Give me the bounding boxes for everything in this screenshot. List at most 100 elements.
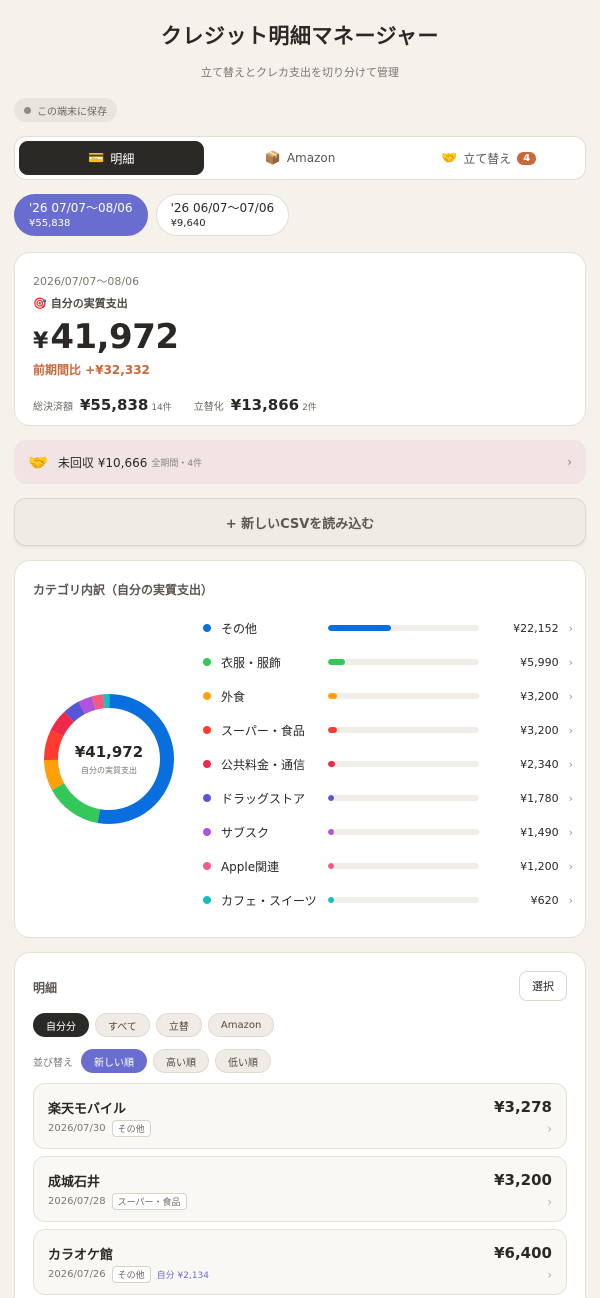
- period-selector: '26 07/07〜08/06 ¥55,838 '26 06/07〜07/06 …: [14, 194, 290, 236]
- period-chip-previous[interactable]: '26 06/07〜07/06 ¥9,640: [155, 194, 290, 236]
- category-row[interactable]: 公共料金・通信 ¥2,340 ›: [203, 747, 573, 781]
- sort-highest[interactable]: 高い順: [153, 1049, 209, 1073]
- sort-label: 並び替え: [33, 1057, 73, 1069]
- tab-label: Amazon: [286, 151, 336, 165]
- chevron-right-icon: ›: [568, 723, 573, 737]
- summary-card: 2026/07/07〜08/06 🎯 自分の実質支出 ¥ 41,972 前期間比…: [14, 252, 586, 426]
- tab-amazon[interactable]: 📦 Amazon: [208, 141, 393, 175]
- category-row[interactable]: その他 ¥22,152 ›: [203, 611, 573, 645]
- category-name: ドラッグストア: [220, 791, 305, 806]
- count-badge: 4: [517, 151, 537, 165]
- category-name: 衣服・服飾: [220, 655, 281, 670]
- chevron-right-icon: ›: [547, 1195, 552, 1209]
- category-color-dot: [203, 896, 211, 904]
- category-color-dot: [203, 862, 211, 870]
- category-bar-fill: [328, 693, 338, 699]
- category-amount: ¥1,490: [520, 825, 559, 839]
- transaction-date: 2026/07/28: [48, 1196, 106, 1207]
- category-bar-fill: [328, 795, 335, 801]
- chevron-right-icon: ›: [568, 893, 573, 907]
- sort-lowest[interactable]: 低い順: [215, 1049, 271, 1073]
- category-amount: ¥1,200: [520, 859, 559, 873]
- category-bar: [328, 795, 480, 801]
- transaction-filters: 自分分 すべて 立替 Amazon: [33, 1013, 275, 1037]
- chevron-right-icon: ›: [568, 825, 573, 839]
- category-amount: ¥620: [530, 893, 559, 907]
- donut-center-value: ¥41,972: [74, 743, 144, 761]
- period-amount: ¥9,640: [170, 218, 206, 229]
- transaction-meta: 2026/07/30 その他: [48, 1120, 151, 1137]
- transaction-amount: ¥3,200: [494, 1171, 552, 1189]
- sort-newest[interactable]: 新しい順: [81, 1049, 147, 1073]
- category-row[interactable]: サブスク ¥1,490 ›: [203, 815, 573, 849]
- main-tabs: 💳 明細 📦 Amazon 🤝 立て替え 4: [14, 136, 586, 180]
- category-row[interactable]: 衣服・服飾 ¥5,990 ›: [203, 645, 573, 679]
- chevron-right-icon: ›: [547, 1268, 552, 1282]
- category-row[interactable]: ドラッグストア ¥1,780 ›: [203, 781, 573, 815]
- category-amount: ¥3,200: [520, 689, 559, 703]
- summary-totals: 総決済額 ¥55,838 14件 立替化 ¥13,866 2件: [33, 396, 567, 414]
- category-name: 公共料金・通信: [220, 757, 305, 772]
- transaction-row[interactable]: 楽天モバイル ¥3,278 2026/07/30 その他 ›: [33, 1083, 567, 1149]
- transaction-date: 2026/07/30: [48, 1123, 106, 1134]
- target-icon: 🎯: [33, 296, 47, 310]
- net-spending-value: 41,972: [50, 317, 179, 357]
- chevron-right-icon: ›: [568, 791, 573, 805]
- transactions-card: 明細 選択 自分分 すべて 立替 Amazon 並び替え 新しい順 高い順 低い…: [14, 952, 586, 1298]
- select-button[interactable]: 選択: [519, 971, 567, 1001]
- category-bar-fill: [328, 625, 392, 631]
- sort-options: 並び替え 新しい順 高い順 低い順: [33, 1049, 271, 1073]
- category-bar: [328, 659, 480, 665]
- transaction-row[interactable]: カラオケ館 ¥6,400 2026/07/26 その他 自分 ¥2,134 ›: [33, 1229, 567, 1295]
- category-name: サブスク: [220, 825, 269, 840]
- category-color-dot: [203, 658, 211, 666]
- category-color-dot: [203, 794, 211, 802]
- category-name: スーパー・食品: [220, 723, 305, 738]
- app-title: クレジット明細マネージャー: [160, 24, 440, 48]
- category-bar-fill: [328, 761, 335, 767]
- category-bar-fill: [328, 659, 346, 665]
- category-amount: ¥5,990: [520, 655, 559, 669]
- transactions-title: 明細: [33, 981, 58, 995]
- filter-amazon[interactable]: Amazon: [207, 1013, 275, 1037]
- import-csv-button[interactable]: + 新しいCSVを読み込む: [14, 498, 586, 546]
- filter-advance[interactable]: 立替: [155, 1013, 202, 1037]
- tab-advances[interactable]: 🤝 立て替え 4: [396, 141, 581, 175]
- category-amount: ¥1,780: [520, 791, 559, 805]
- category-color-dot: [203, 828, 211, 836]
- transaction-merchant: 楽天モバイル: [48, 1102, 127, 1117]
- advance-value: ¥13,866: [230, 396, 300, 414]
- total-label: 総決済額: [33, 402, 73, 413]
- category-amount: ¥3,200: [520, 723, 559, 737]
- advance-count: 2件: [302, 403, 317, 413]
- package-icon: 📦: [264, 150, 281, 166]
- summary-label-text: 自分の実質支出: [50, 297, 128, 310]
- category-row[interactable]: 外食 ¥3,200 ›: [203, 679, 573, 713]
- donut-center-label: 自分の実質支出: [81, 766, 137, 775]
- chevron-right-icon: ›: [567, 455, 572, 469]
- handshake-icon: 🤝: [441, 150, 458, 166]
- transaction-category-tag: スーパー・食品: [111, 1193, 187, 1210]
- category-bar: [328, 693, 480, 699]
- tab-label: 明細: [110, 151, 135, 166]
- tab-statements[interactable]: 💳 明細: [19, 141, 204, 175]
- yen-symbol: ¥: [33, 329, 49, 354]
- category-row[interactable]: Apple関連 ¥1,200 ›: [203, 849, 573, 883]
- category-bar: [328, 863, 480, 869]
- category-name: Apple関連: [220, 859, 280, 874]
- storage-status-pill: この端末に保存: [14, 98, 117, 122]
- filter-all[interactable]: すべて: [95, 1013, 150, 1037]
- category-row[interactable]: スーパー・食品 ¥3,200 ›: [203, 713, 573, 747]
- category-bar: [328, 625, 480, 631]
- donut-center: ¥41,972 自分の実質支出: [39, 743, 179, 776]
- net-spending-amount: ¥ 41,972: [33, 317, 567, 357]
- period-chip-current[interactable]: '26 07/07〜08/06 ¥55,838: [14, 194, 148, 236]
- category-bar: [328, 897, 480, 903]
- chevron-right-icon: ›: [547, 1122, 552, 1136]
- unpaid-banner[interactable]: 🤝 未回収 ¥10,666 全期間・4件 ›: [14, 440, 586, 484]
- transaction-merchant: カラオケ館: [48, 1248, 114, 1263]
- category-row[interactable]: カフェ・スイーツ ¥620 ›: [203, 883, 573, 917]
- category-bar-fill: [328, 863, 335, 869]
- filter-own[interactable]: 自分分: [33, 1013, 89, 1037]
- transaction-row[interactable]: 成城石井 ¥3,200 2026/07/28 スーパー・食品 ›: [33, 1156, 567, 1222]
